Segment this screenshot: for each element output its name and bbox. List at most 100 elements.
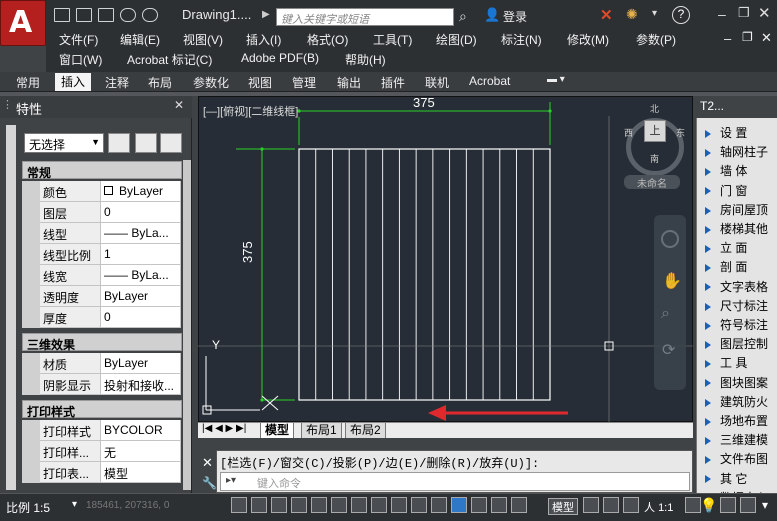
tab-plugins[interactable]: 插件 [381, 74, 405, 91]
viewcube-face[interactable]: 上 [644, 120, 666, 142]
palette-item[interactable]: 建筑防火 [705, 393, 777, 413]
3d-object-snap-icon[interactable] [351, 497, 367, 513]
palette-item[interactable]: 符号标注 [705, 316, 777, 336]
tab-model[interactable]: 模型 [260, 423, 295, 439]
menu-window[interactable]: 窗口(W) [59, 51, 102, 68]
palette-item[interactable]: 文字表格 [705, 278, 777, 298]
scale-indicator[interactable]: 比例 1:5 [6, 499, 50, 516]
ortho-mode-icon[interactable] [291, 497, 307, 513]
orbit-icon[interactable]: ⟳ [662, 340, 675, 360]
tab-home[interactable]: 常用 [16, 74, 40, 91]
infer-constraints-icon[interactable] [231, 497, 247, 513]
compass-west[interactable]: 西 [624, 126, 633, 139]
palette-item[interactable]: 设 置 [705, 124, 777, 144]
panel-grip-icon[interactable]: ⋮ [2, 98, 13, 111]
menu-minimize-icon[interactable]: – [724, 31, 731, 46]
command-close-icon[interactable]: ✕ [202, 455, 213, 471]
maximize-viewport-icon[interactable] [623, 497, 639, 513]
tab-layout1[interactable]: 布局1 [301, 423, 342, 439]
menu-parametric[interactable]: 参数(P) [636, 31, 676, 48]
palette-item[interactable]: 立 面 [705, 239, 777, 259]
prop-value-material[interactable]: ByLayer [100, 353, 181, 374]
annotation-scale[interactable]: 人 1:1 [644, 499, 673, 515]
tab-nav-arrows-icon[interactable]: |◀ ◀ ▶ ▶| [202, 423, 246, 434]
isolate-objects-icon[interactable]: 💡 [700, 497, 717, 514]
tab-manage[interactable]: 管理 [292, 74, 316, 91]
menu-adobe-pdf[interactable]: Adobe PDF(B) [241, 51, 319, 65]
section-plot-style[interactable]: 打印样式 [22, 400, 182, 419]
object-snap-icon[interactable] [331, 497, 347, 513]
menu-edit[interactable]: 编辑(E) [120, 31, 160, 48]
palette-item[interactable]: 工 具 [705, 354, 777, 374]
redo-icon[interactable] [142, 8, 158, 22]
polar-tracking-icon[interactable] [311, 497, 327, 513]
login-button[interactable]: 登录 [503, 8, 527, 25]
menu-modify[interactable]: 修改(M) [567, 31, 609, 48]
zoom-icon[interactable]: ⌕ [661, 305, 670, 323]
command-prompt-icon[interactable]: ▸▾ [226, 475, 236, 486]
prop-value-plotstyle-table[interactable]: 无 [100, 441, 181, 462]
tab-output[interactable]: 输出 [337, 74, 361, 91]
menu-draw[interactable]: 绘图(D) [436, 31, 477, 48]
selection-cycling-icon[interactable] [491, 497, 507, 513]
tab-layout2[interactable]: 布局2 [345, 423, 386, 439]
pan-hand-icon[interactable]: ✋ [662, 271, 682, 291]
status-menu-icon[interactable]: ▾ [762, 498, 768, 512]
command-input[interactable]: 键入命令 [220, 472, 690, 491]
model-space-button[interactable]: 模型 [548, 498, 578, 515]
prop-value-plotstyle[interactable]: BYCOLOR [100, 420, 181, 441]
palette-item[interactable]: 楼梯其他 [705, 220, 777, 240]
prop-value-plot-table-space[interactable]: 模型 [100, 462, 181, 483]
menu-insert[interactable]: 插入(I) [246, 31, 281, 48]
new-file-icon[interactable] [54, 8, 70, 22]
menu-format[interactable]: 格式(O) [307, 31, 348, 48]
quick-select-icon[interactable] [160, 133, 182, 153]
select-objects-icon[interactable] [135, 133, 157, 153]
palette-item[interactable]: 墙 体 [705, 162, 777, 182]
section-general[interactable]: 常规 [22, 161, 182, 180]
palette-item[interactable]: 其 它 [705, 470, 777, 490]
toggle-pickadd-icon[interactable] [108, 133, 130, 153]
palette-item[interactable]: 剖 面 [705, 258, 777, 278]
palette-item[interactable]: 轴网柱子 [705, 143, 777, 163]
grid-display-icon[interactable] [271, 497, 287, 513]
menu-close-icon[interactable]: ✕ [761, 30, 772, 46]
close-window-icon[interactable]: ✕ [758, 4, 771, 22]
menu-help[interactable]: 帮助(H) [345, 51, 386, 68]
quick-view-drawings-icon[interactable] [603, 497, 619, 513]
prop-value-lineweight[interactable]: —— ByLa... [100, 265, 181, 286]
compass-north[interactable]: 北 [650, 102, 659, 115]
undo-icon[interactable] [120, 8, 136, 22]
application-menu-button[interactable]: A [0, 0, 46, 46]
selection-dropdown[interactable]: 无选择 ▼ [24, 133, 104, 153]
prop-value-color[interactable]: ByLayer [100, 181, 181, 202]
tab-insert[interactable]: 插入 [55, 73, 92, 91]
ucs-dropdown[interactable]: 未命名 [624, 175, 680, 190]
save-icon[interactable] [98, 8, 114, 22]
palette-item[interactable]: 图层控制 [705, 335, 777, 355]
palette-item[interactable]: 尺寸标注 [705, 297, 777, 317]
palette-item[interactable]: 房间屋顶 [705, 201, 777, 221]
search-expand-icon[interactable]: ▶ [262, 9, 270, 20]
open-folder-icon[interactable] [76, 8, 92, 22]
tab-online[interactable]: 联机 [425, 74, 449, 91]
menu-restore-icon[interactable]: ❐ [742, 30, 753, 44]
lineweight-icon[interactable] [431, 497, 447, 513]
object-snap-tracking-icon[interactable] [371, 497, 387, 513]
menu-acrobat-markup[interactable]: Acrobat 标记(C) [127, 51, 212, 68]
tab-view[interactable]: 视图 [248, 74, 272, 91]
prop-value-transparency[interactable]: ByLayer [100, 286, 181, 307]
minimize-window-icon[interactable]: – [718, 6, 726, 22]
clean-screen-icon[interactable] [740, 497, 756, 513]
menu-tools[interactable]: 工具(T) [373, 31, 412, 48]
dropdown-icon[interactable]: ▾ [652, 8, 657, 19]
toolbar-lock-icon[interactable] [720, 497, 736, 513]
annotation-visibility-icon[interactable] [685, 497, 701, 513]
ribbon-options-icon[interactable]: ▬ ▾ [547, 74, 565, 85]
menu-dimension[interactable]: 标注(N) [501, 31, 542, 48]
search-input[interactable]: 键入关键字或短语 [276, 8, 454, 26]
palette-item[interactable]: 三维建模 [705, 431, 777, 451]
menu-view[interactable]: 视图(V) [183, 31, 223, 48]
prop-value-layer[interactable]: 0 [100, 202, 181, 223]
menu-file[interactable]: 文件(F) [59, 31, 98, 48]
